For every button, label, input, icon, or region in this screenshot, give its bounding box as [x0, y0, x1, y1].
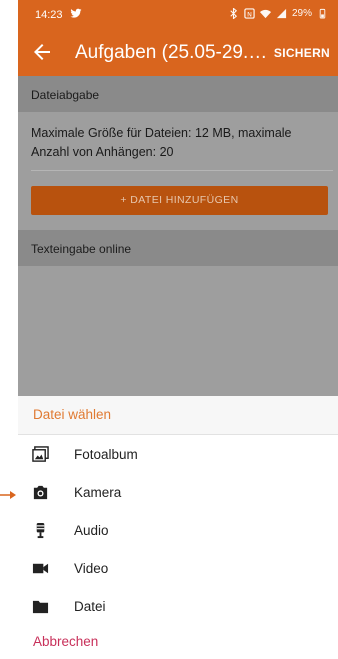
battery-icon: [319, 8, 326, 19]
section-header-file-submission: Dateiabgabe: [18, 76, 338, 112]
folder-icon: [32, 600, 49, 614]
save-button[interactable]: SICHERN: [274, 46, 330, 60]
option-camera[interactable]: Kamera: [18, 474, 338, 512]
page-title: Aufgaben (25.05-29.05...: [75, 42, 275, 63]
status-time: 14:23: [35, 9, 63, 21]
file-chooser-sheet: Datei wählen Fotoalbum Kamera Audio Vide…: [18, 396, 338, 659]
sheet-title: Datei wählen: [18, 396, 338, 434]
app-bar: Aufgaben (25.05-29.05... SICHERN: [18, 28, 338, 76]
pointer-arrow-icon: [0, 486, 16, 499]
status-icons: N 29%: [228, 8, 328, 19]
section-header-online-text: Texteingabe online: [18, 230, 338, 266]
phone-screen: 14:23 N 29% Aufgaben (25.05-29.05... SIC…: [18, 0, 338, 659]
divider: [31, 170, 333, 171]
nfc-icon: N: [244, 8, 255, 19]
option-photo-album[interactable]: Fotoalbum: [18, 436, 338, 474]
svg-text:N: N: [247, 10, 252, 18]
option-label: Datei: [74, 599, 106, 614]
option-label: Fotoalbum: [74, 447, 138, 462]
divider: [18, 434, 338, 435]
option-video[interactable]: Video: [18, 550, 338, 588]
add-file-button[interactable]: + DATEI HINZUFÜGEN: [31, 186, 328, 215]
bluetooth-icon: [230, 8, 238, 19]
file-limits-text: Maximale Größe für Dateien: 12 MB, maxim…: [31, 126, 292, 159]
back-arrow-icon[interactable]: [30, 40, 54, 64]
cancel-button[interactable]: Abbrechen: [33, 634, 98, 649]
option-label: Video: [74, 561, 109, 576]
twitter-icon: [70, 8, 82, 19]
battery-percent: 29%: [291, 8, 312, 19]
microphone-icon: [36, 522, 45, 539]
option-file[interactable]: Datei: [18, 588, 338, 626]
camera-icon: [33, 485, 48, 500]
photo-album-icon: [32, 446, 49, 462]
wifi-icon: [259, 9, 271, 19]
status-bar: 14:23 N 29%: [18, 0, 338, 28]
option-label: Audio: [74, 523, 109, 538]
option-audio[interactable]: Audio: [18, 512, 338, 550]
signal-icon: [276, 8, 287, 19]
videocam-icon: [32, 563, 49, 574]
option-label: Kamera: [74, 485, 122, 500]
